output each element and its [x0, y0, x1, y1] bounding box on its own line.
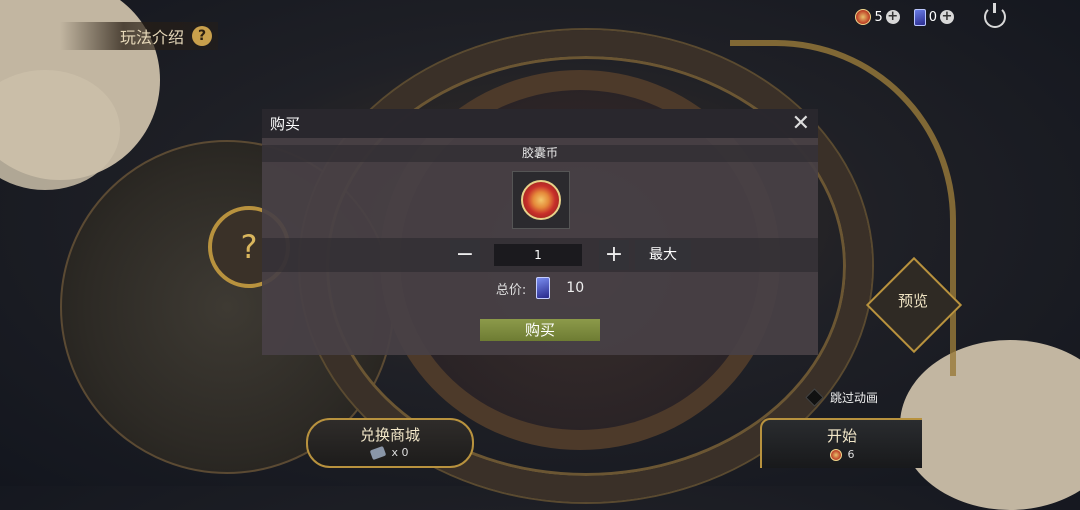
rules-label: 玩法介绍 [120, 28, 185, 47]
total-price-label: 总价: [495, 282, 527, 298]
exchange-count-row: x 0 [308, 445, 472, 460]
skip-animation-label: 跳过动画 [830, 391, 879, 405]
quantity-input[interactable]: 1 [494, 244, 582, 266]
capsule-coin-icon [829, 448, 842, 461]
exchange-shop-label: 兑换商城 [359, 426, 420, 444]
rules-button[interactable]: 玩法介绍 ? [60, 22, 219, 50]
increase-quantity-button[interactable]: + [599, 240, 629, 270]
purchase-dialog: 购买 ✕ 胶囊币 − 1 + 最大 总价: 10 购买 [262, 109, 818, 355]
quantity-row: − 1 + 最大 [262, 238, 818, 272]
total-price-row: 总价: 10 [262, 277, 818, 299]
dialog-header: 购买 ✕ [262, 109, 818, 138]
top-resource-bar: 5 + 0 + [855, 3, 1080, 28]
capsule-coin-icon [521, 180, 561, 220]
power-icon[interactable] [984, 3, 1006, 28]
card-currency-icon [536, 277, 551, 299]
skip-checkbox[interactable] [805, 388, 824, 407]
max-quantity-button[interactable]: 最大 [635, 240, 691, 270]
card-count: 0 [928, 9, 937, 25]
skip-animation-toggle[interactable]: 跳过动画 [805, 388, 879, 407]
decrease-quantity-button[interactable]: − [450, 240, 480, 270]
start-cost: 6 [847, 448, 855, 461]
add-card-icon[interactable]: + [940, 10, 954, 24]
coin-resource: 5 + [855, 9, 900, 25]
total-price-value: 10 [566, 280, 585, 296]
card-resource: 0 + [913, 8, 954, 26]
add-coin-icon[interactable]: + [885, 10, 900, 24]
card-currency-icon [913, 8, 926, 26]
dialog-title: 购买 [270, 115, 301, 133]
start-cost-row: 6 [762, 448, 922, 461]
coin-count: 5 [874, 9, 883, 25]
capsule-coin-icon [855, 9, 872, 25]
preview-label: 预览 [897, 292, 928, 310]
exchange-count: x 0 [391, 446, 409, 459]
ticket-icon [370, 445, 387, 460]
item-slot [512, 171, 570, 229]
item-name: 胶囊币 [262, 145, 818, 162]
start-label: 开始 [826, 427, 857, 445]
exchange-shop-button[interactable]: 兑换商城 x 0 [306, 418, 474, 468]
confirm-buy-button[interactable]: 购买 [480, 319, 600, 341]
help-icon: ? [192, 26, 213, 46]
close-icon[interactable]: ✕ [792, 112, 810, 135]
start-button[interactable]: 开始 6 [760, 418, 922, 468]
warning-question-icon: ? [240, 228, 258, 266]
